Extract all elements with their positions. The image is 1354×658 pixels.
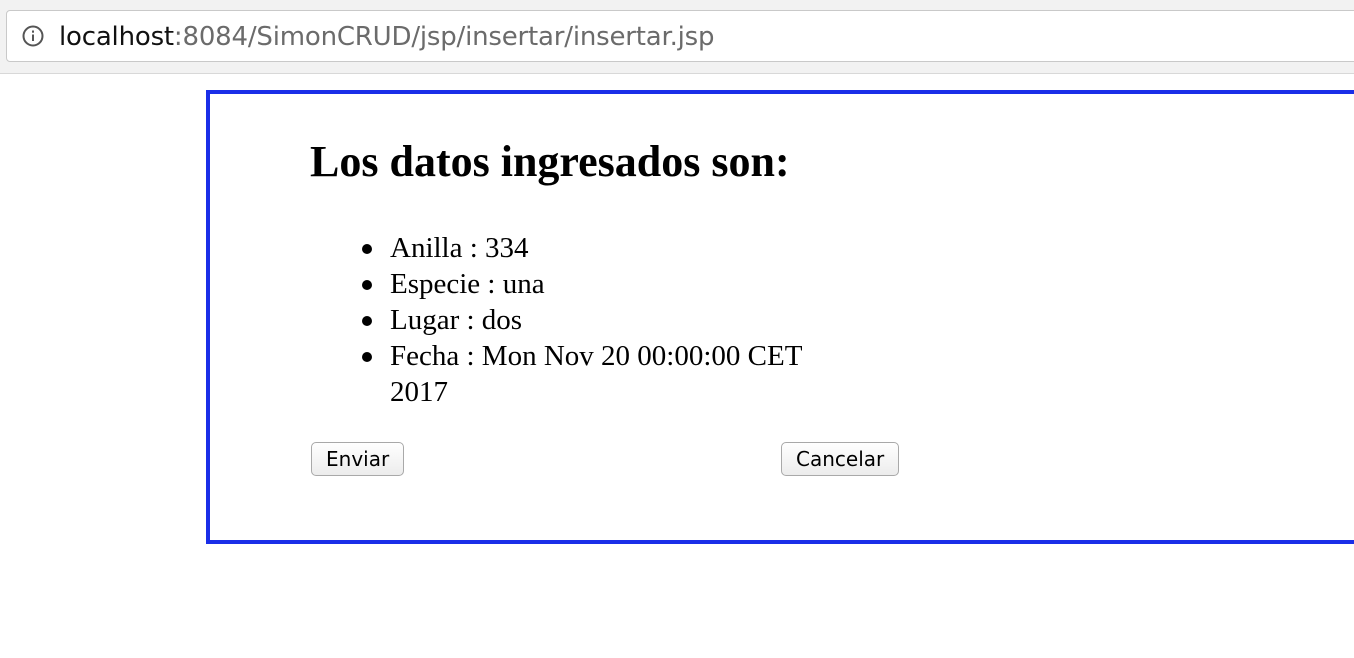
list-item-fecha: Fecha : Mon Nov 20 00:00:00 CET 2017 [362, 338, 860, 410]
url-path: :8084/SimonCRUD/jsp/insertar/insertar.js… [173, 22, 715, 52]
address-bar[interactable]: localhost:8084/SimonCRUD/jsp/insertar/in… [6, 10, 1354, 62]
list-item-anilla: Anilla : 334 [362, 230, 860, 266]
url-text[interactable]: localhost:8084/SimonCRUD/jsp/insertar/in… [59, 21, 715, 53]
data-list: Anilla : 334 Especie : una Lugar : dos F… [350, 230, 910, 410]
page-title: Los datos ingresados son: [310, 137, 790, 186]
result-panel: Los datos ingresados son: Anilla : 334 E… [206, 90, 1354, 544]
url-host: localhost [59, 22, 174, 52]
submit-button[interactable]: Enviar [311, 442, 405, 476]
cancel-button[interactable]: Cancelar [781, 442, 900, 476]
browser-toolbar: localhost:8084/SimonCRUD/jsp/insertar/in… [0, 0, 1354, 74]
list-item-lugar: Lugar : dos [362, 302, 860, 338]
list-item-especie: Especie : una [362, 266, 860, 302]
info-icon[interactable] [22, 25, 44, 47]
